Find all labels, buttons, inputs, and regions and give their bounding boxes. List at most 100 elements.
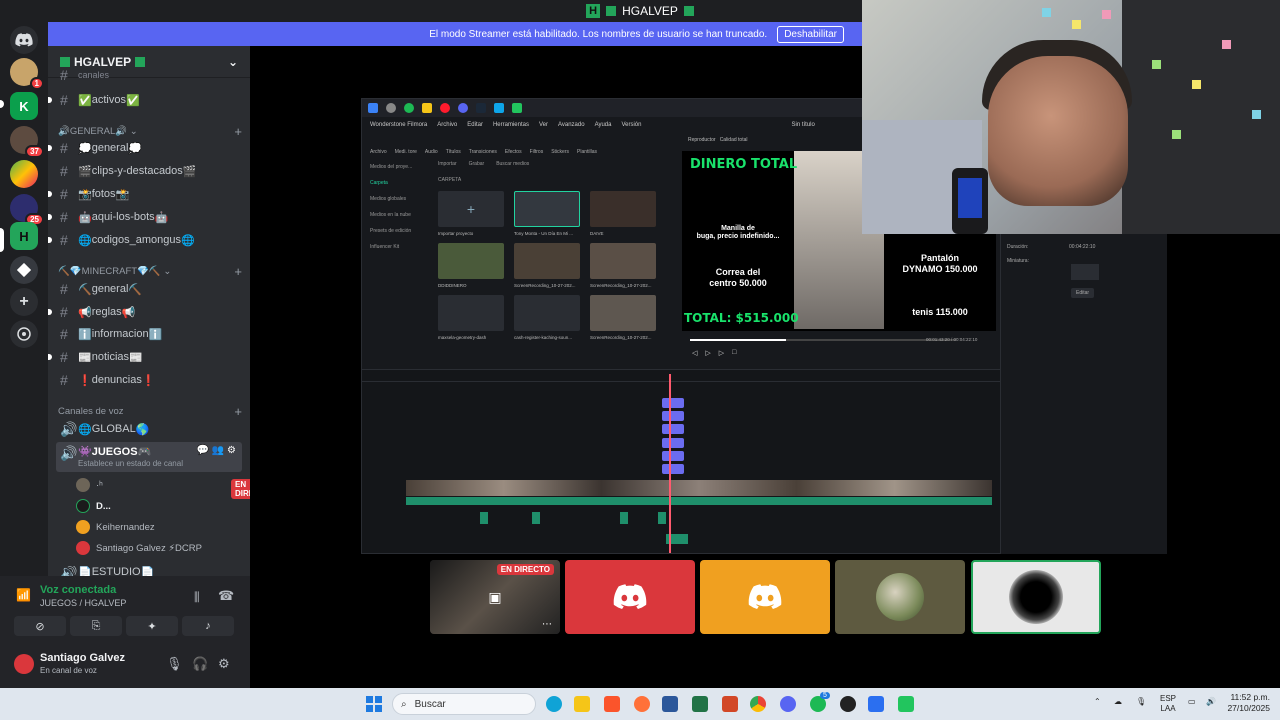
tool-tab[interactable]: Archivo [370, 149, 387, 155]
nav-item[interactable]: Carpeta [366, 175, 428, 191]
tool-tab[interactable]: Transiciones [469, 149, 497, 155]
add-channel-icon[interactable]: + [234, 404, 242, 419]
edge-icon[interactable] [546, 696, 562, 712]
tool-tab[interactable]: Títulos [446, 149, 461, 155]
media-thumb[interactable] [514, 243, 580, 279]
volume-icon[interactable]: 🔊 [1206, 697, 1216, 706]
channel-mc-general[interactable]: # ⛏️ general ⛏️ [56, 279, 242, 299]
voice-user-2[interactable]: D... [76, 497, 111, 515]
user-avatar[interactable] [14, 654, 34, 674]
playhead[interactable] [669, 374, 671, 553]
app-icon[interactable] [868, 696, 884, 712]
nav-item[interactable]: Medios del proye... [366, 159, 428, 175]
tool-tab[interactable]: Plantillas [577, 149, 597, 155]
participant-tile-avatar[interactable] [835, 560, 965, 634]
discord-taskbar-icon[interactable] [780, 696, 796, 712]
audio-clip[interactable] [532, 512, 540, 524]
player-tab[interactable]: Reproductor [688, 137, 716, 143]
nav-item[interactable]: Medios en la nube [366, 207, 428, 223]
server-avatar-7[interactable] [10, 256, 38, 284]
category-voice[interactable]: Canales de voz + [58, 404, 242, 419]
category-general[interactable]: 🔊GENERAL🔊 ⌄ + [58, 124, 242, 139]
set-status-hint[interactable]: Establece un estado de canal [78, 459, 183, 468]
settings-gear-icon[interactable]: ⚙ [218, 656, 230, 672]
obs-icon[interactable] [840, 696, 856, 712]
add-server-icon[interactable]: + [10, 288, 38, 316]
brave-icon[interactable] [604, 696, 620, 712]
title-clip[interactable] [662, 424, 684, 434]
video-track-clip[interactable] [406, 480, 992, 496]
onedrive-icon[interactable]: ☁ [1114, 697, 1122, 706]
server-avatar-5[interactable]: 25 [10, 194, 44, 226]
media-thumb[interactable] [438, 295, 504, 331]
activities-button[interactable]: ✦ [126, 616, 178, 636]
media-thumb[interactable] [590, 243, 656, 279]
media-search-input[interactable]: Buscar medios [496, 161, 529, 167]
menu-item[interactable]: Ver [539, 122, 548, 128]
channel-denuncias[interactable]: # ❗ denuncias ❗ [56, 370, 242, 390]
media-thumb[interactable] [438, 243, 504, 279]
record-button[interactable]: Grabar [469, 161, 485, 167]
tool-tab[interactable]: Stickers [551, 149, 569, 155]
microphone-icon[interactable]: 🎙 [166, 656, 183, 672]
nav-item[interactable]: Presets de edición [366, 223, 428, 239]
gear-icon[interactable]: ⚙ [227, 445, 236, 456]
voice-channel-juegos[interactable]: 🔊 👾JUEGOS🎮 💬 👥 ⚙ Establece un estado de … [56, 442, 242, 472]
audio-clip[interactable] [658, 512, 666, 524]
quality-select[interactable]: Calidad total [720, 137, 748, 143]
voice-status[interactable]: Voz conectada [40, 584, 116, 596]
voice-user-1[interactable]: ·ʰ [76, 476, 103, 494]
signal-icon[interactable]: 📶 [16, 588, 31, 602]
tool-tab[interactable]: Medi. tore [395, 149, 417, 155]
excel-icon[interactable] [692, 696, 708, 712]
media-thumb[interactable] [514, 295, 580, 331]
headphones-icon[interactable]: 🎧 [192, 656, 208, 672]
menu-item[interactable]: Ayuda [595, 122, 612, 128]
edit-thumbnail-button[interactable]: Editar [1071, 288, 1095, 298]
next-frame-icon[interactable]: ▷ [719, 349, 724, 357]
prev-frame-icon[interactable]: ◁ [692, 349, 697, 357]
import-button[interactable]: Importar [438, 161, 457, 167]
powerpoint-icon[interactable] [722, 696, 738, 712]
server-avatar-4[interactable] [10, 160, 38, 188]
stop-icon[interactable]: □ [732, 349, 736, 357]
camera-button[interactable]: ⊘ [14, 616, 66, 636]
channel-general[interactable]: # 💭 general 💭 [48, 138, 242, 158]
import-project-tile[interactable]: + [438, 191, 504, 227]
voice-user-4[interactable]: Santiago Galvez ⚡DCRP [76, 539, 202, 557]
filmora-taskbar-icon[interactable] [898, 696, 914, 712]
title-clip[interactable] [662, 411, 684, 421]
title-clip[interactable] [662, 438, 684, 448]
windows-start-icon[interactable] [366, 696, 382, 712]
add-channel-icon[interactable]: + [234, 264, 242, 279]
voice-user-3[interactable]: Keihernandez [76, 518, 155, 536]
file-explorer-icon[interactable] [574, 696, 590, 712]
nav-item[interactable]: Medios globales [366, 191, 428, 207]
playback-progress[interactable] [690, 339, 786, 341]
channel-bots[interactable]: # 🤖 aqui-los-bots 🤖 [48, 207, 242, 227]
participant-tile-yellow[interactable] [700, 560, 830, 634]
word-icon[interactable] [662, 696, 678, 712]
tray-overflow-icon[interactable]: ⌃ [1094, 697, 1101, 706]
menu-item[interactable]: Versión [621, 122, 641, 128]
tool-tab[interactable]: Filtros [530, 149, 544, 155]
audio-clip[interactable] [620, 512, 628, 524]
mic-tray-icon[interactable]: 🎙 [1136, 697, 1146, 706]
category-minecraft[interactable]: ⛏️💎MINECRAFT💎⛏️ ⌄ + [58, 264, 242, 279]
explore-icon[interactable] [10, 320, 38, 348]
network-icon[interactable]: ▭ [1188, 697, 1196, 706]
noise-suppression-icon[interactable]: ⫼ [194, 590, 200, 605]
channel-informacion[interactable]: # ℹ️ informacion ℹ️ [56, 324, 242, 344]
channel-activos[interactable]: # ✅ activos ✅ [48, 90, 242, 110]
server-hgalvep[interactable]: H [10, 222, 38, 250]
tool-tab[interactable]: Audio [425, 149, 438, 155]
channel-fotos[interactable]: # 📸 fotos 📸 [48, 184, 242, 204]
chat-icon[interactable]: 💬 [197, 445, 209, 456]
more-options-icon[interactable]: ⋯ [542, 619, 552, 630]
firefox-icon[interactable] [634, 696, 650, 712]
participant-tile-stream[interactable]: EN DIRECTO ▣ ⋯ [430, 560, 560, 634]
channel-codigos[interactable]: # 🌐 codigos_amongus 🌐 [48, 230, 242, 250]
taskbar-search[interactable]: ⌕ Buscar [392, 693, 536, 715]
disable-streamer-button[interactable]: Deshabilitar [777, 25, 844, 43]
menu-item[interactable]: Herramientas [493, 122, 529, 128]
